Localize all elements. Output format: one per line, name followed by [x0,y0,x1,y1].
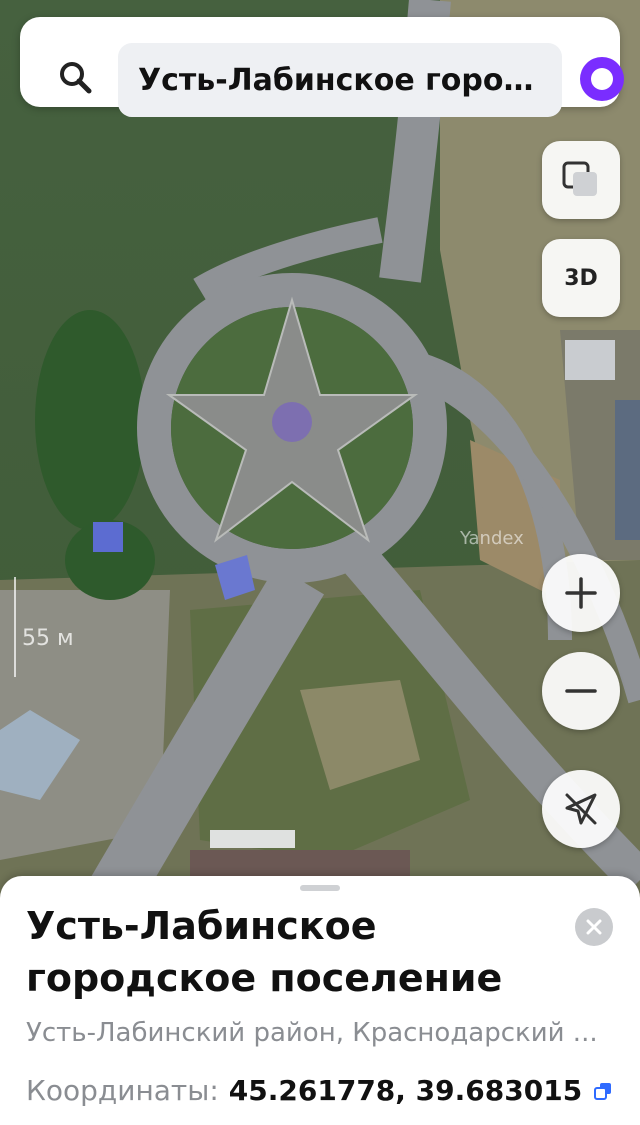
place-title: Усть-Лабинское городское поселение [26,904,503,1000]
layers-button[interactable] [542,141,620,219]
coordinates-label: Координаты: [26,1074,219,1107]
minus-icon [565,689,597,693]
3d-button[interactable]: 3D [542,239,620,317]
drag-handle[interactable] [300,885,340,891]
close-button[interactable] [575,908,613,946]
navigation-off-icon [565,793,597,825]
search-input[interactable]: Усть-Лабинское город... [118,43,562,117]
plus-icon [565,577,597,609]
scale-label: 55 м [22,626,74,651]
zoom-in-button[interactable] [542,554,620,632]
close-icon [586,919,602,935]
my-location-button[interactable] [542,770,620,848]
alice-assistant-icon[interactable] [578,55,626,103]
copy-icon[interactable] [594,1082,612,1100]
coordinates-row: Координаты: 45.261778, 39.683015 [26,1074,612,1107]
search-icon[interactable] [58,60,92,94]
watermark: Yandex [460,528,524,549]
layers-icon [562,161,597,196]
coordinates-value[interactable]: 45.261778, 39.683015 [229,1074,582,1107]
place-card[interactable]: Усть-Лабинское городское поселение Усть-… [0,876,640,1125]
search-query: Усть-Лабинское город... [138,62,542,98]
zoom-out-button[interactable] [542,652,620,730]
place-address: Усть-Лабинский район, Краснодарский ... [26,1018,598,1048]
search-bar: Усть-Лабинское город... [20,17,624,117]
3d-label: 3D [564,265,598,291]
scale-bar [14,577,16,677]
